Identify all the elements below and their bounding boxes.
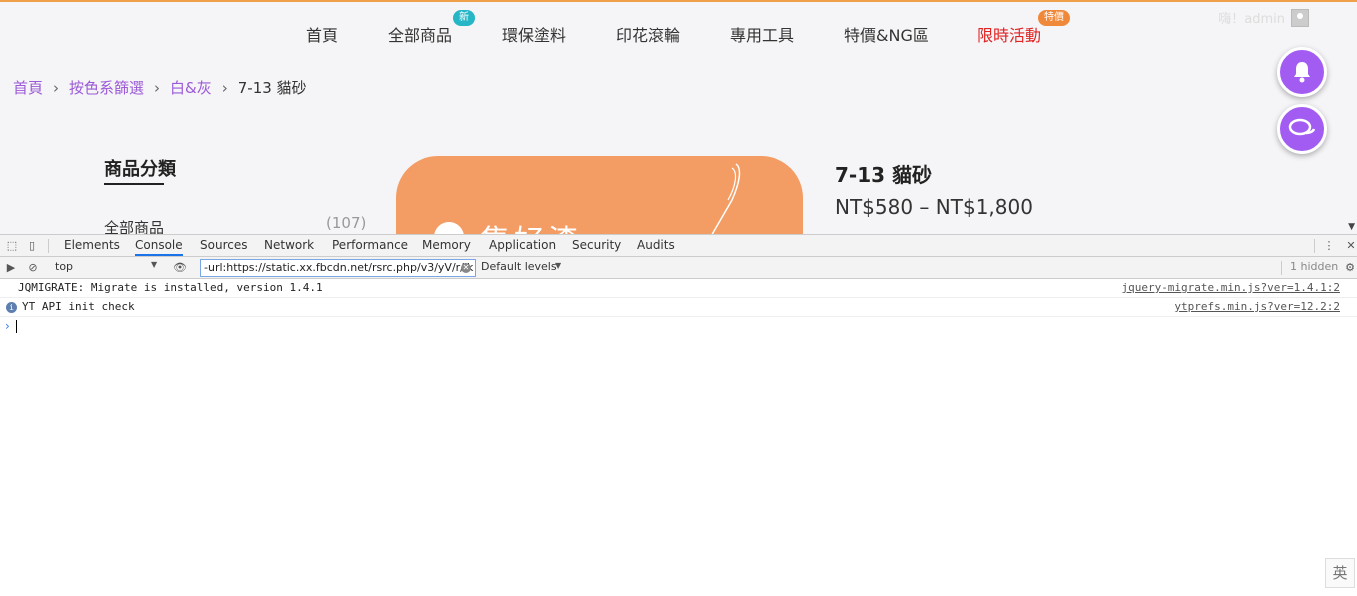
category-all-link[interactable]: 全部商品 bbox=[104, 217, 164, 234]
console-message-source[interactable]: ytprefs.min.js?ver=12.2:2 bbox=[1174, 298, 1340, 316]
device-toolbar-icon[interactable]: ▯ bbox=[25, 239, 39, 253]
nav-item-eco-paint[interactable]: 環保塗料 bbox=[502, 22, 566, 46]
product-image[interactable]: 集好漆 bbox=[396, 156, 803, 234]
avatar bbox=[1291, 8, 1309, 27]
ime-indicator[interactable]: 英 bbox=[1325, 558, 1355, 588]
chat-icon bbox=[1288, 118, 1316, 136]
user-menu[interactable]: 嗨！admin bbox=[1218, 8, 1309, 27]
product-price: NT$580 – NT$1,800 bbox=[835, 195, 1033, 219]
breadcrumb-current: 7-13 貓砂 bbox=[237, 79, 307, 97]
sidebar-toggle-icon[interactable]: ▶ bbox=[4, 261, 18, 275]
devtools-tabbar: ⬚ ▯ Elements Console Sources Network Per… bbox=[0, 235, 1357, 257]
brush-illustration-icon bbox=[711, 163, 741, 234]
nav-item-home[interactable]: 首頁 bbox=[306, 22, 338, 46]
devtools-panel: ⬚ ▯ Elements Console Sources Network Per… bbox=[0, 234, 1357, 596]
main-nav: 首頁 全部商品 新 環保塗料 印花滾輪 專用工具 特價&NG區 限時活動 特價 bbox=[0, 10, 1357, 46]
breadcrumb-white-grey[interactable]: 白&灰 bbox=[170, 77, 212, 98]
nav-item-tools[interactable]: 專用工具 bbox=[730, 22, 794, 46]
console-message: JQMIGRATE: Migrate is installed, version… bbox=[0, 279, 1357, 298]
tab-elements[interactable]: Elements bbox=[64, 238, 120, 252]
log-levels-dropdown[interactable]: Default levels bbox=[481, 260, 557, 273]
logo-dot bbox=[434, 222, 464, 234]
console-toolbar: ▶ ⊘ top ▼ 👁 -url:https://static.xx.fbcdn… bbox=[0, 257, 1357, 279]
product-image-brand: 集好漆 bbox=[480, 216, 582, 234]
tab-sources[interactable]: Sources bbox=[200, 238, 247, 252]
more-options-icon[interactable]: ⋮ bbox=[1322, 239, 1336, 253]
nav-item-sale[interactable]: 特價&NG區 bbox=[844, 22, 929, 46]
inspect-element-icon[interactable]: ⬚ bbox=[5, 239, 19, 253]
eye-icon[interactable]: 👁 bbox=[173, 261, 187, 275]
category-heading: 商品分類 bbox=[104, 159, 176, 180]
clear-console-icon[interactable]: ⊘ bbox=[26, 261, 40, 275]
breadcrumb-home[interactable]: 首頁 bbox=[13, 77, 43, 98]
divider bbox=[48, 239, 49, 253]
notification-button[interactable] bbox=[1277, 47, 1327, 97]
filter-value: -url:https://static.xx.fbcdn.net/rsrc.ph… bbox=[204, 261, 474, 274]
chat-button[interactable] bbox=[1277, 104, 1327, 154]
website-viewport: 首頁 全部商品 新 環保塗料 印花滾輪 專用工具 特價&NG區 限時活動 特價 … bbox=[0, 0, 1357, 234]
special-badge: 特價 bbox=[1038, 10, 1070, 26]
category-underline bbox=[104, 183, 164, 185]
gear-icon[interactable]: ⚙ bbox=[1343, 261, 1357, 275]
breadcrumb-color-filter[interactable]: 按色系篩選 bbox=[69, 77, 144, 98]
close-icon[interactable]: ✕ bbox=[1344, 239, 1357, 253]
divider bbox=[1314, 239, 1315, 253]
nav-item-limited[interactable]: 限時活動 bbox=[977, 22, 1041, 46]
hidden-count: 1 hidden bbox=[1290, 260, 1339, 273]
console-message-text: JQMIGRATE: Migrate is installed, version… bbox=[18, 281, 323, 294]
tab-performance[interactable]: Performance bbox=[332, 238, 408, 252]
user-label: 嗨！admin bbox=[1218, 12, 1285, 27]
tab-audits[interactable]: Audits bbox=[637, 238, 675, 252]
console-message-source[interactable]: jquery-migrate.min.js?ver=1.4.1:2 bbox=[1121, 279, 1340, 297]
product-title: 7-13 貓砂 bbox=[835, 163, 933, 187]
console-filter-input[interactable]: -url:https://static.xx.fbcdn.net/rsrc.ph… bbox=[200, 259, 476, 277]
console-prompt-icon: › bbox=[5, 319, 10, 333]
category-count: (107) bbox=[326, 214, 367, 232]
tab-memory[interactable]: Memory bbox=[422, 238, 471, 252]
chevron-right-icon: › bbox=[53, 78, 60, 97]
bell-icon bbox=[1294, 62, 1310, 83]
context-select[interactable]: top bbox=[55, 260, 73, 273]
scroll-down-arrow-icon[interactable]: ▼ bbox=[1348, 222, 1355, 232]
divider bbox=[1281, 261, 1282, 275]
console-input[interactable] bbox=[16, 320, 17, 333]
chevron-down-icon: ▼ bbox=[555, 261, 562, 270]
nav-item-print-roller[interactable]: 印花滾輪 bbox=[616, 22, 680, 46]
tab-console[interactable]: Console bbox=[135, 238, 183, 256]
console-message-text: YT API init check bbox=[22, 300, 135, 313]
info-icon: i bbox=[6, 302, 17, 313]
tab-security[interactable]: Security bbox=[572, 238, 621, 252]
tab-network[interactable]: Network bbox=[264, 238, 314, 252]
nav-item-all-products[interactable]: 全部商品 bbox=[388, 22, 452, 46]
breadcrumb: 首頁 › 按色系篩選 › 白&灰 › 7-13 貓砂 bbox=[13, 77, 307, 98]
chevron-down-icon: ▼ bbox=[151, 260, 158, 269]
new-badge: 新 bbox=[453, 10, 475, 26]
chevron-right-icon: › bbox=[221, 78, 228, 97]
console-message: i YT API init check ytprefs.min.js?ver=1… bbox=[0, 298, 1357, 317]
tab-application[interactable]: Application bbox=[489, 238, 556, 252]
clear-filter-icon[interactable]: ✕ bbox=[461, 263, 471, 273]
chevron-right-icon: › bbox=[154, 78, 161, 97]
